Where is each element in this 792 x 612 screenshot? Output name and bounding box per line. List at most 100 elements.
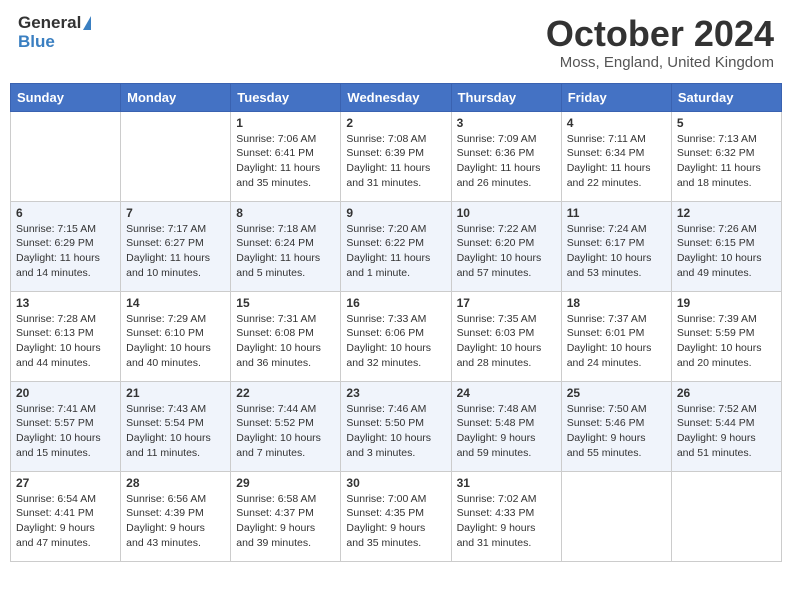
day-number: 9 [346, 206, 445, 220]
day-number: 14 [126, 296, 225, 310]
day-info: Sunrise: 7:44 AMSunset: 5:52 PMDaylight:… [236, 402, 335, 461]
calendar-title: October 2024 [546, 14, 774, 54]
day-info: Sunrise: 7:26 AMSunset: 6:15 PMDaylight:… [677, 222, 776, 281]
calendar-cell: 25Sunrise: 7:50 AMSunset: 5:46 PMDayligh… [561, 381, 671, 471]
day-info: Sunrise: 7:41 AMSunset: 5:57 PMDaylight:… [16, 402, 115, 461]
day-number: 16 [346, 296, 445, 310]
calendar-cell: 30Sunrise: 7:00 AMSunset: 4:35 PMDayligh… [341, 471, 451, 561]
calendar-cell: 10 Sunrise: 7:22 AMSunset: 6:20 PMDayligh… [451, 201, 561, 291]
day-number: 17 [457, 296, 556, 310]
calendar-cell: 6Sunrise: 7:15 AMSunset: 6:29 PMDaylight… [11, 201, 121, 291]
day-number: 23 [346, 386, 445, 400]
calendar-table: Sunday Monday Tuesday Wednesday Thursday… [10, 83, 782, 562]
day-number: 2 [346, 116, 445, 130]
day-info: Sunrise: 7:29 AMSunset: 6:10 PMDaylight:… [126, 312, 225, 371]
calendar-cell: 3 Sunrise: 7:09 AMSunset: 6:36 PMDaylight… [451, 111, 561, 201]
day-number: 12 [677, 206, 776, 220]
page-header: General Blue October 2024 Moss, England,… [10, 10, 782, 75]
day-info: Sunrise: 7:46 AMSunset: 5:50 PMDaylight:… [346, 402, 445, 461]
day-info: Sunrise: 7:06 AMSunset: 6:41 PMDaylight:… [236, 132, 335, 191]
week-row-5: 27 Sunrise: 6:54 AMSunset: 4:41 PMDayligh… [11, 471, 782, 561]
day-number: 11 [567, 206, 666, 220]
day-info: Sunrise: 7:18 AMSunset: 6:24 PMDaylight:… [236, 222, 335, 281]
header-thursday: Thursday [451, 83, 561, 111]
day-info: Sunrise: 7:33 AMSunset: 6:06 PMDaylight:… [346, 312, 445, 371]
calendar-cell: 26 Sunrise: 7:52 AMSunset: 5:44 PMDayligh… [671, 381, 781, 471]
calendar-cell [671, 471, 781, 561]
calendar-cell: 7 Sunrise: 7:17 AMSunset: 6:27 PMDaylight… [121, 201, 231, 291]
calendar-cell: 23 Sunrise: 7:46 AMSunset: 5:50 PMDayligh… [341, 381, 451, 471]
day-number: 3 [457, 116, 556, 130]
day-info: Sunrise: 6:54 AMSunset: 4:41 PMDaylight:… [16, 492, 115, 551]
day-number: 13 [16, 296, 115, 310]
calendar-cell: 4Sunrise: 7:11 AMSunset: 6:34 PMDaylight… [561, 111, 671, 201]
weekday-header-row: Sunday Monday Tuesday Wednesday Thursday… [11, 83, 782, 111]
day-number: 19 [677, 296, 776, 310]
calendar-cell: 21 Sunrise: 7:43 AMSunset: 5:54 PMDayligh… [121, 381, 231, 471]
logo-triangle-icon [83, 16, 91, 30]
day-info: Sunrise: 7:52 AMSunset: 5:44 PMDaylight:… [677, 402, 776, 461]
day-info: Sunrise: 7:35 AMSunset: 6:03 PMDaylight:… [457, 312, 556, 371]
calendar-cell: 19 Sunrise: 7:39 AMSunset: 5:59 PMDayligh… [671, 291, 781, 381]
logo-general: General [18, 14, 81, 33]
day-number: 27 [16, 476, 115, 490]
day-number: 26 [677, 386, 776, 400]
day-info: Sunrise: 7:43 AMSunset: 5:54 PMDaylight:… [126, 402, 225, 461]
calendar-location: Moss, England, United Kingdom [546, 54, 774, 71]
day-number: 8 [236, 206, 335, 220]
day-number: 4 [567, 116, 666, 130]
header-sunday: Sunday [11, 83, 121, 111]
day-number: 5 [677, 116, 776, 130]
day-number: 30 [346, 476, 445, 490]
calendar-cell: 29 Sunrise: 6:58 AMSunset: 4:37 PMDayligh… [231, 471, 341, 561]
header-wednesday: Wednesday [341, 83, 451, 111]
calendar-cell [561, 471, 671, 561]
calendar-cell: 8 Sunrise: 7:18 AMSunset: 6:24 PMDaylight… [231, 201, 341, 291]
calendar-cell: 20 Sunrise: 7:41 AMSunset: 5:57 PMDayligh… [11, 381, 121, 471]
calendar-cell: 22 Sunrise: 7:44 AMSunset: 5:52 PMDayligh… [231, 381, 341, 471]
week-row-3: 13 Sunrise: 7:28 AMSunset: 6:13 PMDayligh… [11, 291, 782, 381]
day-number: 1 [236, 116, 335, 130]
day-info: Sunrise: 7:48 AMSunset: 5:48 PMDaylight:… [457, 402, 556, 461]
day-info: Sunrise: 7:09 AMSunset: 6:36 PMDaylight:… [457, 132, 556, 191]
day-number: 28 [126, 476, 225, 490]
day-info: Sunrise: 6:58 AMSunset: 4:37 PMDaylight:… [236, 492, 335, 551]
day-number: 15 [236, 296, 335, 310]
week-row-2: 6Sunrise: 7:15 AMSunset: 6:29 PMDaylight… [11, 201, 782, 291]
day-info: Sunrise: 7:39 AMSunset: 5:59 PMDaylight:… [677, 312, 776, 371]
day-number: 20 [16, 386, 115, 400]
calendar-cell: 12 Sunrise: 7:26 AMSunset: 6:15 PMDayligh… [671, 201, 781, 291]
day-info: Sunrise: 7:24 AMSunset: 6:17 PMDaylight:… [567, 222, 666, 281]
day-info: Sunrise: 7:28 AMSunset: 6:13 PMDaylight:… [16, 312, 115, 371]
calendar-cell: 13 Sunrise: 7:28 AMSunset: 6:13 PMDayligh… [11, 291, 121, 381]
calendar-cell [11, 111, 121, 201]
calendar-cell: 28Sunrise: 6:56 AMSunset: 4:39 PMDayligh… [121, 471, 231, 561]
calendar-cell: 5 Sunrise: 7:13 AMSunset: 6:32 PMDaylight… [671, 111, 781, 201]
calendar-cell: 24Sunrise: 7:48 AMSunset: 5:48 PMDayligh… [451, 381, 561, 471]
title-block: October 2024 Moss, England, United Kingd… [546, 14, 774, 71]
day-info: Sunrise: 7:13 AMSunset: 6:32 PMDaylight:… [677, 132, 776, 191]
calendar-cell: 14 Sunrise: 7:29 AMSunset: 6:10 PMDayligh… [121, 291, 231, 381]
week-row-4: 20 Sunrise: 7:41 AMSunset: 5:57 PMDayligh… [11, 381, 782, 471]
calendar-cell: 18Sunrise: 7:37 AMSunset: 6:01 PMDayligh… [561, 291, 671, 381]
day-number: 29 [236, 476, 335, 490]
header-tuesday: Tuesday [231, 83, 341, 111]
day-number: 21 [126, 386, 225, 400]
header-saturday: Saturday [671, 83, 781, 111]
calendar-cell: 1 Sunrise: 7:06 AMSunset: 6:41 PMDaylight… [231, 111, 341, 201]
day-info: Sunrise: 7:22 AMSunset: 6:20 PMDaylight:… [457, 222, 556, 281]
calendar-cell: 27 Sunrise: 6:54 AMSunset: 4:41 PMDayligh… [11, 471, 121, 561]
day-info: Sunrise: 7:50 AMSunset: 5:46 PMDaylight:… [567, 402, 666, 461]
calendar-cell: 2Sunrise: 7:08 AMSunset: 6:39 PMDaylight… [341, 111, 451, 201]
day-number: 7 [126, 206, 225, 220]
day-info: Sunrise: 7:31 AMSunset: 6:08 PMDaylight:… [236, 312, 335, 371]
day-number: 18 [567, 296, 666, 310]
calendar-cell: 9Sunrise: 7:20 AMSunset: 6:22 PMDaylight… [341, 201, 451, 291]
logo-blue: Blue [18, 33, 55, 52]
day-number: 10 [457, 206, 556, 220]
logo: General Blue [18, 14, 91, 51]
day-info: Sunrise: 7:17 AMSunset: 6:27 PMDaylight:… [126, 222, 225, 281]
header-friday: Friday [561, 83, 671, 111]
day-number: 22 [236, 386, 335, 400]
day-info: Sunrise: 7:15 AMSunset: 6:29 PMDaylight:… [16, 222, 115, 281]
